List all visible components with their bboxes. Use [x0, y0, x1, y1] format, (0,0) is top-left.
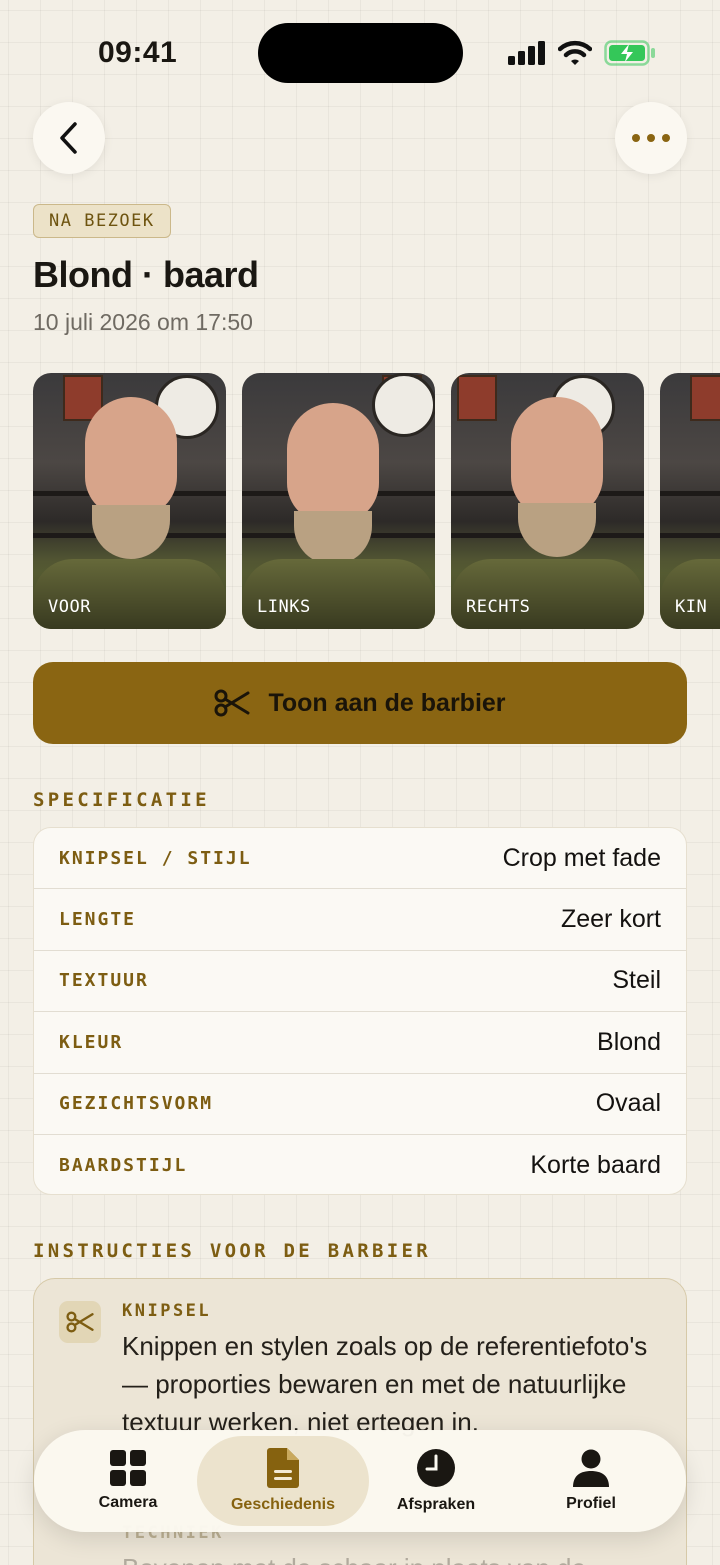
tab-profiel[interactable]: Profiel	[511, 1436, 671, 1526]
photo-card[interactable]: RECHTS	[451, 373, 644, 629]
show-to-barber-button[interactable]: Toon aan de barbier	[33, 662, 687, 744]
spec-table: KNIPSEL / STIJL Crop met fade LENGTE Zee…	[33, 827, 687, 1195]
spec-value: Steil	[612, 966, 661, 995]
photo-card[interactable]: VOOR	[33, 373, 226, 629]
scissors-icon	[214, 689, 250, 717]
tab-geschiedenis[interactable]: Geschiedenis	[197, 1436, 369, 1526]
photo-label: LINKS	[257, 597, 311, 617]
spec-value: Crop met fade	[502, 843, 661, 872]
instruction-label: KNIPSEL	[122, 1301, 212, 1321]
spec-value: Korte baard	[530, 1151, 661, 1180]
instructions-section-title: INSTRUCTIES VOOR DE BARBIER	[33, 1240, 431, 1262]
spec-value: Ovaal	[595, 1089, 661, 1118]
spec-row: TEXTUUR Steil	[34, 951, 686, 1013]
back-button[interactable]	[33, 102, 105, 174]
more-options-button[interactable]	[615, 102, 687, 174]
photo-label: RECHTS	[466, 597, 531, 617]
tab-afspraken[interactable]: Afspraken	[356, 1436, 516, 1526]
tab-label: Camera	[98, 1494, 158, 1511]
spec-key: BAARDSTIJL	[59, 1155, 188, 1177]
spec-row: GEZICHTSVORM Ovaal	[34, 1074, 686, 1135]
person-icon	[573, 1449, 609, 1487]
instruction-text: Knippen en stylen zoals op de referentie…	[122, 1331, 648, 1437]
page-subtitle: 10 juli 2026 om 17:50	[33, 309, 253, 335]
status-time: 09:41	[98, 36, 178, 69]
spec-row: LENGTE Zeer kort	[34, 889, 686, 951]
status-icons	[508, 38, 656, 68]
battery-icon	[604, 40, 655, 66]
page-title: Blond · baard	[33, 254, 259, 295]
photo-label: VOOR	[48, 597, 91, 617]
status-badge: NA BEZOEK	[33, 204, 171, 238]
chevron-left-icon	[60, 122, 77, 154]
spec-key: KNIPSEL / STIJL	[59, 847, 252, 869]
spec-value: Blond	[597, 1027, 661, 1056]
scissors-icon	[59, 1301, 101, 1343]
document-icon	[267, 1448, 299, 1488]
spec-key: KLEUR	[59, 1031, 124, 1053]
spec-key: TEXTUUR	[59, 970, 149, 992]
grid-icon	[110, 1450, 146, 1486]
tab-label: Geschiedenis	[230, 1496, 336, 1513]
show-to-barber-label: Toon aan de barbier	[268, 688, 506, 717]
spec-row: KLEUR Blond	[34, 1012, 686, 1074]
spec-key: GEZICHTSVORM	[59, 1093, 214, 1115]
tab-camera[interactable]: Camera	[48, 1436, 208, 1526]
photo-label: KIN	[675, 597, 708, 617]
tab-label: Profiel	[566, 1495, 616, 1512]
spec-row: BAARDSTIJL Korte baard	[34, 1135, 686, 1194]
clock-icon	[417, 1449, 455, 1487]
photo-card[interactable]: KIN	[660, 373, 720, 629]
spec-value: Zeer kort	[560, 905, 661, 934]
spec-key: LENGTE	[59, 909, 137, 931]
wifi-icon	[558, 40, 592, 65]
spec-row: KNIPSEL / STIJL Crop met fade	[34, 828, 686, 890]
photo-carousel[interactable]: VOOR LINKS RECHTS KIN	[33, 373, 720, 630]
instruction-text: Bovenop met de schaar in plaats van de t…	[122, 1549, 662, 1565]
photo-card[interactable]: LINKS	[242, 373, 435, 629]
tab-bar: Camera Geschiedenis Afspraken Profiel	[34, 1430, 686, 1532]
signal-icon	[508, 41, 545, 65]
spec-section-title: SPECIFICATIE	[33, 789, 210, 811]
tab-label: Afspraken	[396, 1496, 476, 1513]
more-icon	[632, 134, 670, 142]
dynamic-island	[258, 23, 463, 83]
